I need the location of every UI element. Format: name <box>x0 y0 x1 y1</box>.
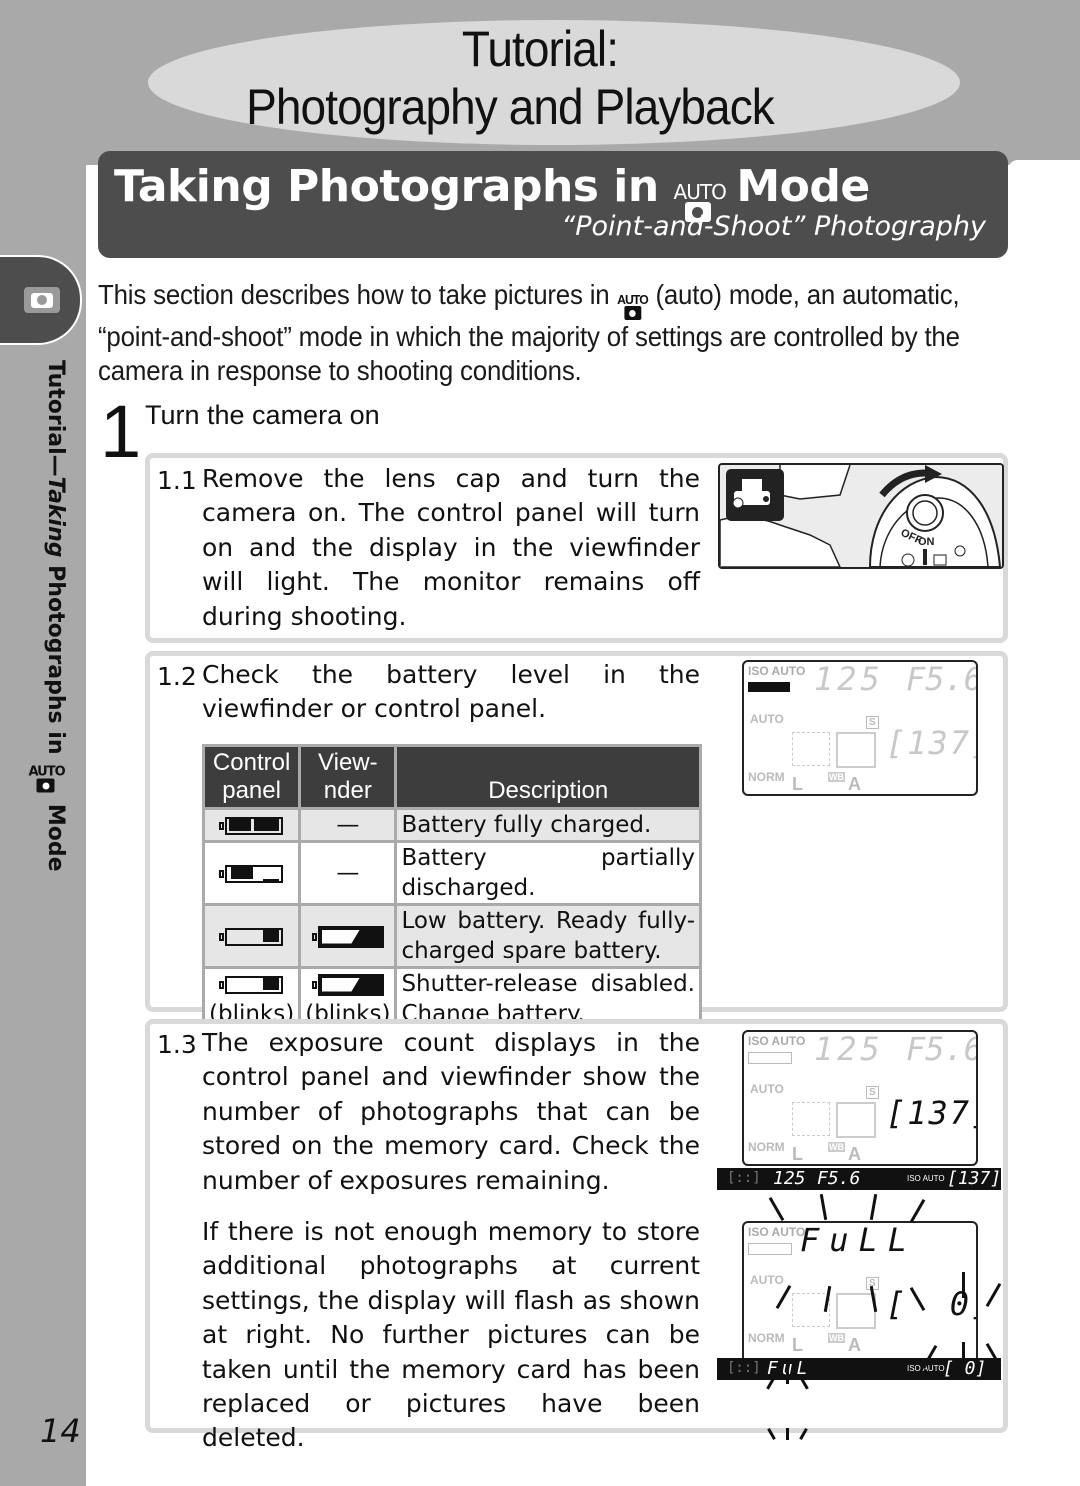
control-panel-lcd-count: ISO AUTO 125 F5.6 AUTO S [137] NORM L WB… <box>742 1030 978 1166</box>
step-title: Turn the camera on <box>145 400 380 430</box>
description-cell: Battery partially discharged. <box>397 843 699 903</box>
description-cell: Battery fully charged. <box>397 810 699 840</box>
control-panel-cell <box>205 810 299 840</box>
svg-text:ON: ON <box>918 536 935 548</box>
lcd-battery-icon <box>748 1243 792 1255</box>
battery-level-table: Control panel View- nder Description — B… <box>202 744 702 1032</box>
memory-full-message: FuLL <box>800 1221 918 1259</box>
flash-indicator-line <box>962 1342 965 1368</box>
substep-number: 1.2 <box>157 662 197 691</box>
substep-text: The exposure count displays in the contr… <box>202 1028 700 1195</box>
table-header-row: Control panel View- nder Description <box>205 747 699 807</box>
flash-indicator-line <box>909 1198 926 1224</box>
viewfinder-cell: — <box>301 843 395 903</box>
chapter-title-line2: Photography and Playback <box>246 79 775 135</box>
flash-indicator-line <box>799 1428 808 1440</box>
chapter-title-line1: Tutorial: <box>461 21 619 77</box>
viewfinder-display: [::] 125 F5.6 ISO AUTO [137] <box>717 1168 1001 1190</box>
table-row: — Battery partially discharged. <box>205 843 699 903</box>
description-cell: Low battery. Ready fully-charged spare b… <box>397 906 699 966</box>
exposure-count: [137] <box>886 1094 976 1132</box>
flash-indicator-line <box>786 1428 789 1440</box>
camera-icon <box>24 287 60 313</box>
battery-partial-icon <box>218 864 285 884</box>
control-panel-cell <box>205 843 299 903</box>
flash-indicator-line <box>869 1193 878 1221</box>
flash-indicator-line <box>767 1428 776 1440</box>
battery-low-icon <box>218 927 285 947</box>
auto-mode-icon: AUTO <box>616 293 649 320</box>
battery-full-icon <box>218 816 285 836</box>
metering-icon <box>836 732 876 768</box>
auto-mode-icon: AUTO <box>29 765 65 793</box>
power-switch-illustration: OFF ON <box>718 463 1004 569</box>
metering-icon <box>836 1102 876 1138</box>
table-row: — Battery fully charged. <box>205 810 699 840</box>
flash-indicator-line <box>768 1196 785 1222</box>
step-number: 1 <box>100 390 142 473</box>
section-subtitle: “Point-and-Shoot” Photography <box>561 211 986 242</box>
side-tab[interactable] <box>0 255 82 345</box>
flash-indicator-line <box>985 1282 1002 1308</box>
viewfinder-battery-low-icon <box>311 925 384 948</box>
intro-paragraph: This section describes how to take pictu… <box>98 279 960 387</box>
column-header-description: Description <box>397 747 699 807</box>
control-panel-lcd: ISO AUTO 125 F5.6 AUTO S [137] NORM L WB… <box>742 660 978 796</box>
lcd-battery-icon <box>748 1052 792 1064</box>
lcd-battery-icon <box>748 682 790 692</box>
substep-box-1-1: 1.1 Remove the lens cap and turn the cam… <box>145 453 1008 643</box>
flash-indicator-line <box>786 1370 789 1384</box>
viewfinder-display-full: [::] FuL ISO AUTO [ 0] <box>717 1358 1001 1380</box>
focus-brackets-icon: [::] <box>727 1360 761 1376</box>
substep-number: 1.1 <box>157 466 197 495</box>
viewfinder-battery-low-icon <box>311 973 384 996</box>
focus-area-icon <box>792 1102 830 1136</box>
flash-indicator-line <box>962 1272 965 1298</box>
header-notch <box>1008 160 1080 170</box>
page-number: 14 <box>40 1412 81 1450</box>
substep-box-1-2: 1.2 Check the battery level in the viewf… <box>145 651 1008 1032</box>
column-header-control-panel: Control panel <box>205 747 299 807</box>
viewfinder-cell <box>301 906 395 966</box>
substep-text-memory-full: If there is not enough memory to store a… <box>202 1217 700 1453</box>
metering-icon <box>836 1293 876 1329</box>
section-header: Taking Photographs in AUTO Mode “Point-a… <box>98 151 1008 258</box>
section-title-suffix: Mode <box>736 161 870 212</box>
substep-text: Check the battery level in the viewfinde… <box>202 660 700 724</box>
focus-area-icon <box>792 732 830 766</box>
control-panel-cell <box>205 906 299 966</box>
table-row: Low battery. Ready fully-charged spare b… <box>205 906 699 966</box>
focus-brackets-icon: [::] <box>727 1170 761 1186</box>
substep-text: Remove the lens cap and turn the camera … <box>202 464 700 631</box>
camera-top-illustration: OFF ON <box>720 465 1002 567</box>
substep-box-1-3: 1.3 The exposure count displays in the c… <box>145 1019 1008 1452</box>
control-panel-lcd-full: ISO AUTO FuLL AUTO S [ 0] NORM L WB A <box>742 1221 978 1365</box>
column-header-viewfinder: View- nder <box>301 747 395 807</box>
substep-number: 1.3 <box>157 1030 197 1059</box>
section-title-prefix: Taking Photographs in <box>114 161 659 212</box>
flash-indicator-line <box>819 1193 828 1221</box>
viewfinder-cell: — <box>301 810 395 840</box>
battery-low-icon <box>218 975 285 995</box>
side-tab-label: Tutorial—Taking Photographs in AUTO Mode <box>28 360 69 872</box>
